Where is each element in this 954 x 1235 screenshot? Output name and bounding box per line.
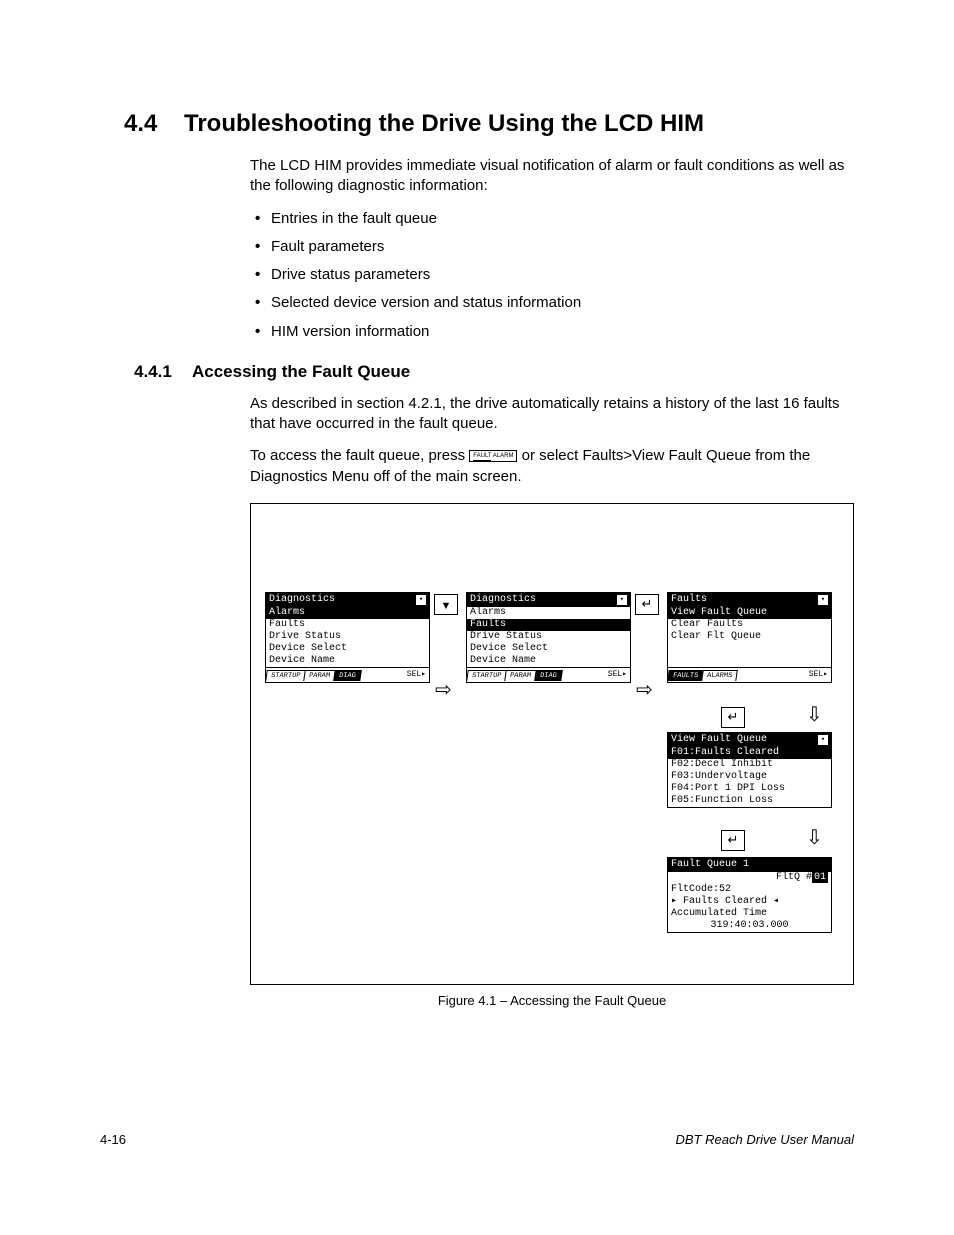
bullet-list: Entries in the fault queue Fault paramet… [255, 209, 854, 342]
manual-title: DBT Reach Drive User Manual [676, 1132, 854, 1147]
lcd-screen-5: Fault Queue 1 FltQ #01 FltCode:52 ▸ Faul… [667, 857, 832, 933]
section-title: Troubleshooting the Drive Using the LCD … [184, 110, 704, 137]
enter-button[interactable] [721, 707, 745, 728]
flow-arrow-down-icon [806, 702, 823, 727]
lcd-screen-3: Faults View Fault Queue Clear Faults Cle… [667, 592, 832, 683]
para1: As described in section 4.2.1, the drive… [250, 394, 854, 435]
fault-alarm-key-icon: FAULT ALARM [469, 450, 517, 462]
lcd-screen-4: View Fault Queue F01:Faults Cleared F02:… [667, 732, 832, 808]
list-item: HIM version information [255, 322, 854, 342]
subsection-heading: 4.4.1Accessing the Fault Queue [192, 362, 854, 382]
lcd-screen-1: Diagnostics Alarms Faults Drive Status D… [265, 592, 430, 683]
enter-icon [728, 832, 739, 848]
list-item: Fault parameters [255, 237, 854, 257]
page-number: 4-16 [100, 1132, 126, 1147]
para2a: To access the fault queue, press [250, 447, 469, 464]
page-footer: 4-16 DBT Reach Drive User Manual [100, 1132, 854, 1147]
scroll-down-icon [617, 595, 627, 605]
scroll-down-icon [818, 595, 828, 605]
scroll-down-icon [818, 735, 828, 745]
list-item: Drive status parameters [255, 265, 854, 285]
enter-icon [642, 596, 653, 612]
scroll-down-icon [416, 595, 426, 605]
flow-arrow-down-icon [806, 825, 823, 850]
section-heading: 4.4Troubleshooting the Drive Using the L… [184, 110, 854, 138]
figure-caption: Figure 4.1 – Accessing the Fault Queue [250, 993, 854, 1008]
list-item: Entries in the fault queue [255, 209, 854, 229]
enter-icon [728, 709, 739, 725]
intro-text: The LCD HIM provides immediate visual no… [250, 156, 854, 197]
subsection-title: Accessing the Fault Queue [192, 362, 410, 381]
down-button[interactable] [434, 594, 458, 615]
enter-button[interactable] [721, 830, 745, 851]
chevron-down-icon [441, 597, 452, 612]
subsection-number: 4.4.1 [134, 362, 192, 382]
lcd-screen-2: Diagnostics Alarms Faults Drive Status D… [466, 592, 631, 683]
section-number: 4.4 [124, 110, 184, 138]
para2: To access the fault queue, press FAULT A… [250, 446, 854, 487]
flow-arrow-right-icon [435, 677, 452, 702]
figure-box: Diagnostics Alarms Faults Drive Status D… [250, 503, 854, 985]
flow-arrow-right-icon [636, 677, 653, 702]
list-item: Selected device version and status infor… [255, 293, 854, 313]
enter-button[interactable] [635, 594, 659, 615]
